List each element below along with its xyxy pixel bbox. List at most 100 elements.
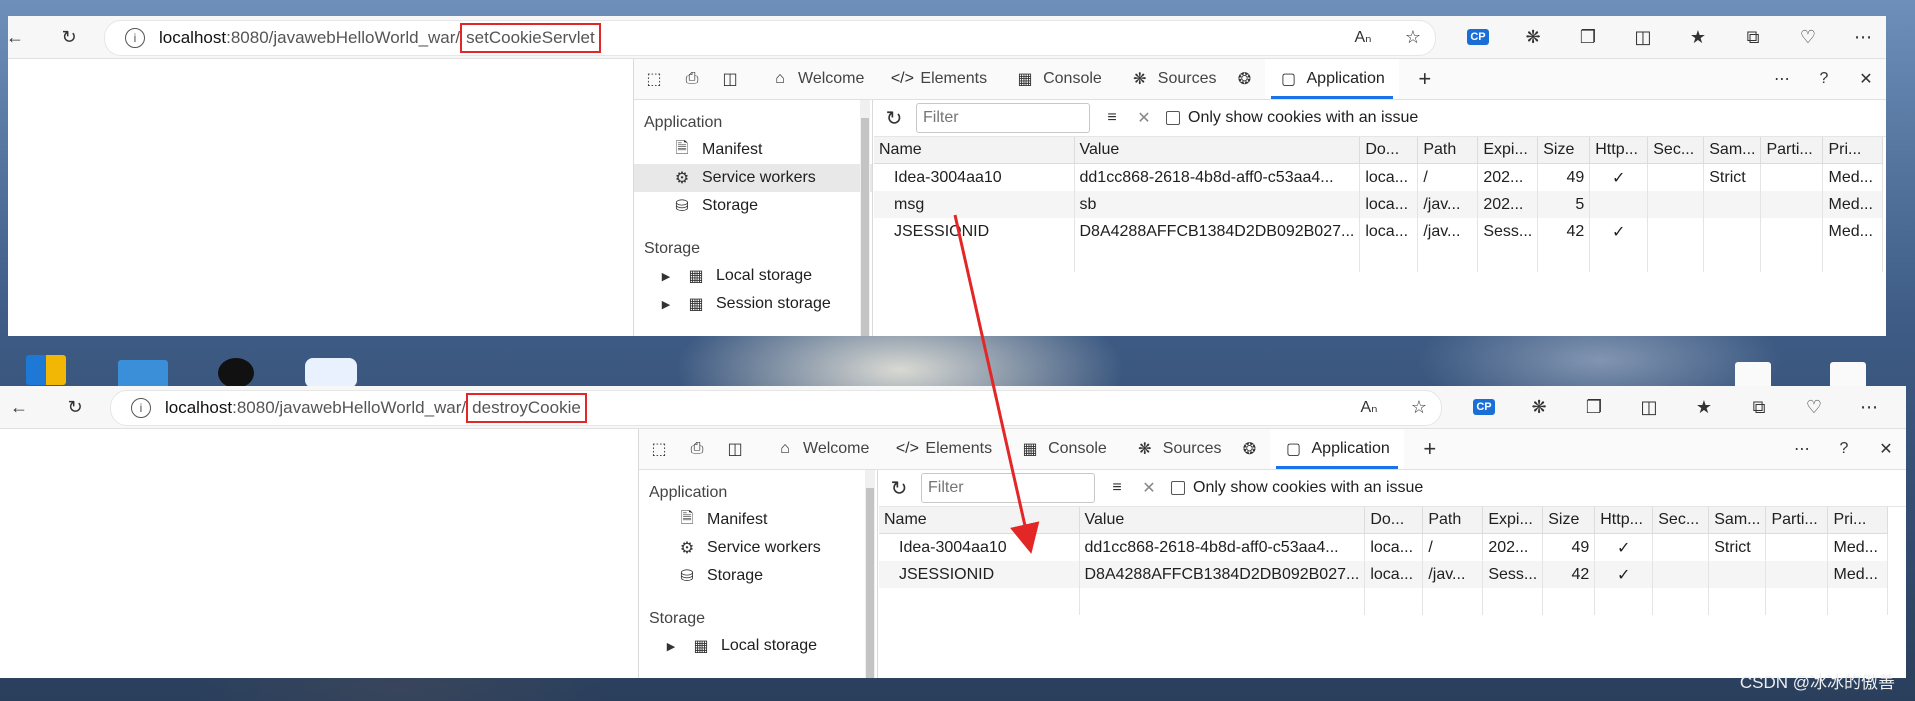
close-devtools-icon[interactable]: ✕: [1856, 70, 1876, 88]
read-aloud-icon[interactable]: Aₙ: [1354, 392, 1384, 422]
refresh-icon[interactable]: ↻: [889, 478, 909, 500]
column-size-header[interactable]: Size: [1542, 507, 1596, 534]
column-priority-header[interactable]: Pri...: [1827, 507, 1889, 534]
help-icon[interactable]: ?: [1834, 440, 1854, 458]
column-path-header[interactable]: Path: [1422, 507, 1484, 534]
refresh-icon[interactable]: ↻: [54, 22, 84, 52]
sidebar-item-storage[interactable]: ⛁ Storage: [639, 562, 877, 590]
column-httponly-header[interactable]: Http...: [1589, 137, 1649, 164]
device-emulation-icon[interactable]: ⎙: [687, 440, 707, 458]
column-secure-header[interactable]: Sec...: [1652, 507, 1710, 534]
sidebar-item-local-storage[interactable]: ▶ ▦ Local storage: [639, 632, 877, 660]
help-icon[interactable]: ?: [1814, 70, 1834, 88]
device-emulation-icon[interactable]: ⎙: [682, 70, 702, 88]
inspect-icon[interactable]: ⬚: [644, 70, 664, 88]
network-wifi-icon[interactable]: ❂: [1240, 440, 1260, 458]
column-size-header[interactable]: Size: [1537, 137, 1591, 164]
column-path-header[interactable]: Path: [1417, 137, 1479, 164]
bug-extension-icon[interactable]: ❋: [1524, 392, 1554, 422]
extension-cp-icon[interactable]: CP: [1469, 392, 1499, 422]
column-secure-header[interactable]: Sec...: [1647, 137, 1705, 164]
close-devtools-icon[interactable]: ✕: [1876, 440, 1896, 458]
more-menu-icon[interactable]: ⋯: [1848, 22, 1878, 52]
tab-welcome[interactable]: ⌂ Welcome: [761, 429, 883, 469]
more-options-icon[interactable]: ⋯: [1772, 70, 1792, 88]
add-tab-icon[interactable]: +: [1420, 436, 1440, 461]
tab-welcome[interactable]: ⌂ Welcome: [756, 59, 878, 99]
sidebar-scrollbar[interactable]: [865, 470, 875, 678]
column-partition-header[interactable]: Parti...: [1760, 137, 1824, 164]
column-value-header[interactable]: Value: [1079, 507, 1366, 534]
filter-input[interactable]: [921, 473, 1095, 503]
table-row[interactable]: msg sb loca.../jav... 202... 5 Med...: [874, 191, 1884, 218]
sidebar-item-manifest[interactable]: 🗎 Manifest: [634, 136, 872, 164]
favorites-icon[interactable]: ★: [1689, 392, 1719, 422]
scrollbar-thumb[interactable]: [866, 488, 874, 678]
health-icon[interactable]: ♡: [1793, 22, 1823, 52]
split-screen-icon[interactable]: ◫: [1634, 392, 1664, 422]
sidebar-item-local-storage[interactable]: ▶ ▦ Local storage: [634, 262, 872, 290]
refresh-icon[interactable]: ↻: [884, 108, 904, 130]
only-issue-checkbox[interactable]: [1171, 481, 1185, 495]
split-screen-icon[interactable]: ◫: [1628, 22, 1658, 52]
column-httponly-header[interactable]: Http...: [1594, 507, 1654, 534]
expand-triangle-icon[interactable]: ▶: [656, 267, 676, 285]
favorites-icon[interactable]: ★: [1683, 22, 1713, 52]
column-expires-header[interactable]: Expi...: [1477, 137, 1539, 164]
column-domain-header[interactable]: Do...: [1364, 507, 1424, 534]
bug-extension-icon[interactable]: ❋: [1518, 22, 1548, 52]
column-value-header[interactable]: Value: [1074, 137, 1361, 164]
tab-elements[interactable]: </> Elements: [878, 59, 1001, 99]
tab-console[interactable]: ▦ Console: [1006, 429, 1121, 469]
read-aloud-icon[interactable]: Aₙ: [1348, 22, 1378, 52]
column-name-header[interactable]: Name: [879, 507, 1080, 534]
dock-icon[interactable]: ◫: [725, 440, 745, 458]
delete-icon[interactable]: ✕: [1139, 479, 1159, 497]
tab-sources[interactable]: ❋ Sources: [1121, 429, 1236, 469]
back-icon[interactable]: ←: [8, 22, 30, 52]
tab-elements[interactable]: </> Elements: [883, 429, 1006, 469]
clear-filtered-icon[interactable]: ≡: [1102, 109, 1122, 127]
extension-cp-icon[interactable]: CP: [1463, 22, 1493, 52]
sidebar-item-service-workers[interactable]: ⚙ Service workers: [639, 534, 877, 562]
add-tab-icon[interactable]: +: [1415, 66, 1435, 91]
tab-sources[interactable]: ❋ Sources: [1116, 59, 1231, 99]
more-menu-icon[interactable]: ⋯: [1854, 392, 1884, 422]
clear-filtered-icon[interactable]: ≡: [1107, 479, 1127, 497]
extensions-icon[interactable]: ❐: [1573, 22, 1603, 52]
info-icon[interactable]: i: [125, 28, 145, 48]
sidebar-item-session-storage[interactable]: ▶ ▦ Session storage: [634, 290, 872, 318]
expand-triangle-icon[interactable]: ▶: [661, 637, 681, 655]
collections-icon[interactable]: ⧉: [1738, 22, 1768, 52]
column-domain-header[interactable]: Do...: [1359, 137, 1419, 164]
filter-input[interactable]: [916, 103, 1090, 133]
column-name-header[interactable]: Name: [874, 137, 1075, 164]
inspect-icon[interactable]: ⬚: [649, 440, 669, 458]
column-priority-header[interactable]: Pri...: [1822, 137, 1884, 164]
network-wifi-icon[interactable]: ❂: [1235, 70, 1255, 88]
delete-icon[interactable]: ✕: [1134, 109, 1154, 127]
info-icon[interactable]: i: [131, 398, 151, 418]
sidebar-scrollbar[interactable]: [860, 100, 870, 336]
tab-application[interactable]: ▢ Application: [1264, 59, 1399, 99]
table-row[interactable]: Idea-3004aa10 dd1cc868-2618-4b8d-aff0-c53…: [879, 533, 1889, 561]
only-issue-checkbox[interactable]: [1166, 111, 1180, 125]
sidebar-item-storage[interactable]: ⛁ Storage: [634, 192, 872, 220]
refresh-icon[interactable]: ↻: [60, 392, 90, 422]
tab-application[interactable]: ▢ Application: [1269, 429, 1404, 469]
dock-icon[interactable]: ◫: [720, 70, 740, 88]
table-row[interactable]: JSESSIONID D8A4288AFFCB1384D2DB092B027...…: [874, 218, 1884, 245]
favorite-star-icon[interactable]: ☆: [1404, 392, 1434, 422]
back-icon[interactable]: ←: [4, 392, 34, 422]
column-partition-header[interactable]: Parti...: [1765, 507, 1829, 534]
sidebar-item-service-workers[interactable]: ⚙ Service workers: [634, 164, 872, 192]
url-bar[interactable]: i localhost:8080/javawebHelloWorld_war/d…: [110, 390, 1442, 426]
collections-icon[interactable]: ⧉: [1744, 392, 1774, 422]
health-icon[interactable]: ♡: [1799, 392, 1829, 422]
column-samesite-header[interactable]: Sam...: [1703, 137, 1762, 164]
table-row[interactable]: JSESSIONID D8A4288AFFCB1384D2DB092B027...…: [879, 561, 1889, 588]
column-samesite-header[interactable]: Sam...: [1708, 507, 1767, 534]
extensions-icon[interactable]: ❐: [1579, 392, 1609, 422]
tab-console[interactable]: ▦ Console: [1001, 59, 1116, 99]
scrollbar-thumb[interactable]: [861, 118, 869, 336]
